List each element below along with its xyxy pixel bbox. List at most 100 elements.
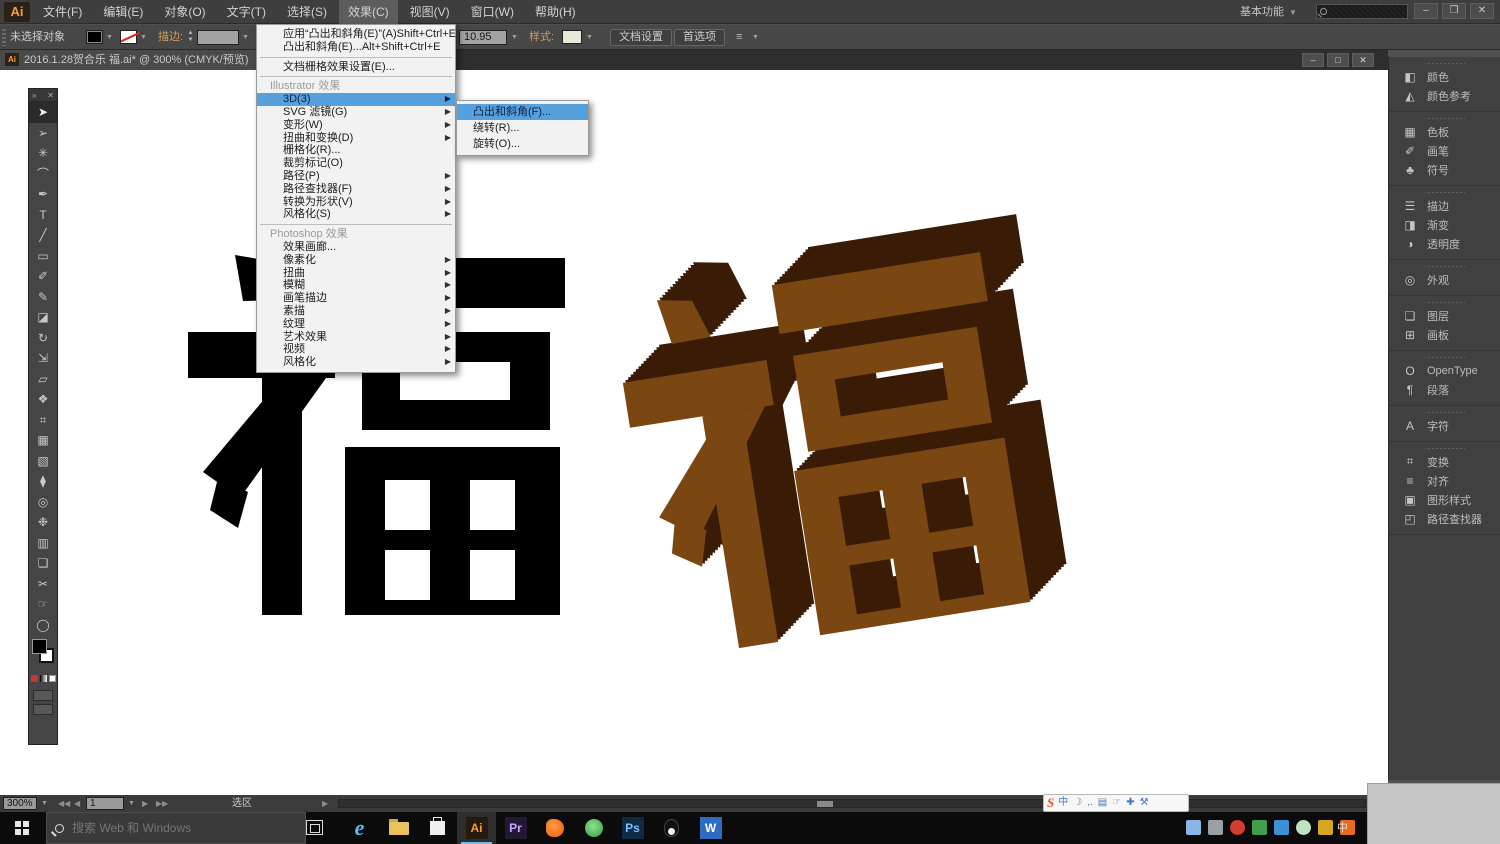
sogou-logo-icon[interactable]: S (1047, 795, 1054, 811)
taskbar-app-photoshop[interactable]: Ps (613, 812, 652, 844)
taskbar-app-green-app[interactable] (574, 812, 613, 844)
menubar-item-6[interactable]: 效果(C) (339, 0, 398, 24)
panel-options-dropdown-icon[interactable]: ▼ (752, 25, 759, 50)
menu-item-22[interactable]: 模糊▶ (257, 279, 455, 292)
color-button[interactable] (31, 675, 38, 682)
tools-panel-header[interactable]: » ✕ (29, 89, 57, 102)
tool-free-transform[interactable]: ▱ (29, 369, 57, 390)
tool-shape-builder[interactable]: ❖ (29, 389, 57, 410)
panel-group-grip[interactable] (1425, 188, 1465, 196)
panel-button-transparency[interactable]: ◑透明度 (1389, 234, 1500, 253)
menu-item-21[interactable]: 扭曲▶ (257, 267, 455, 280)
punctuation-icon[interactable]: ,. (1087, 795, 1093, 811)
tool-artboard[interactable]: ❏ (29, 553, 57, 574)
stroke-weight-field[interactable] (197, 30, 239, 45)
panel-button-brushes[interactable]: ✐画笔 (1389, 141, 1500, 160)
submenu-item-2[interactable]: 绕转(R)... (457, 120, 588, 136)
panel-button-symbols[interactable]: ♣符号 (1389, 160, 1500, 179)
skin-icon[interactable]: ✚ (1126, 795, 1134, 811)
task-view-button[interactable] (306, 820, 323, 835)
zoom-level-box[interactable]: 300% (3, 797, 37, 810)
taskbar-app-store[interactable] (418, 812, 457, 844)
collapse-panel-icon[interactable]: » (32, 89, 36, 101)
tool-lasso[interactable]: ⌒ (29, 164, 57, 185)
stroke-weight-label[interactable]: 描边: (158, 25, 183, 50)
fill-dropdown-icon[interactable]: ▼ (106, 25, 113, 50)
window-close-button[interactable]: ✕ (1470, 3, 1494, 19)
document-setup-button[interactable]: 文档设置 (610, 29, 672, 46)
menu-item-23[interactable]: 画笔描边▶ (257, 292, 455, 305)
taskbar-app-edge[interactable]: e (340, 812, 379, 844)
panel-group-grip[interactable] (1425, 262, 1465, 270)
tool-pencil[interactable]: ✎ (29, 287, 57, 308)
menu-item-9[interactable]: 变形(W)▶ (257, 119, 455, 132)
tool-selection[interactable]: ➤ (29, 102, 57, 123)
handwriting-icon[interactable]: ☞ (1112, 795, 1121, 811)
tool-gradient[interactable]: ▧ (29, 451, 57, 472)
panel-button-appearance[interactable]: ◎外观 (1389, 270, 1500, 289)
doc-close-button[interactable]: ✕ (1352, 53, 1374, 67)
menu-item-20[interactable]: 像素化▶ (257, 254, 455, 267)
taskbar-app-iqiyi[interactable] (535, 812, 574, 844)
tool-line-segment[interactable]: ╱ (29, 225, 57, 246)
menubar-item-7[interactable]: 视图(V) (401, 0, 459, 24)
menu-item-13[interactable]: 路径(P)▶ (257, 170, 455, 183)
menu-item-8[interactable]: SVG 滤镜(G)▶ (257, 106, 455, 119)
first-artboard-button[interactable]: ◀◀ (58, 795, 70, 812)
panel-options-icon[interactable]: ≡ (736, 25, 742, 50)
tray-icon-7[interactable] (1318, 820, 1333, 835)
last-artboard-button[interactable]: ▶▶ (156, 795, 168, 812)
panel-button-opentype[interactable]: OOpenType (1389, 361, 1500, 380)
tool-pen[interactable]: ✒ (29, 184, 57, 205)
menu-item-28[interactable]: 风格化▶ (257, 356, 455, 369)
menu-item-24[interactable]: 素描▶ (257, 305, 455, 318)
tool-eraser[interactable]: ◪ (29, 307, 57, 328)
tool-magic-wand[interactable]: ✳ (29, 143, 57, 164)
taskbar-search-box[interactable] (46, 812, 306, 844)
menu-item-2[interactable]: 凸出和斜角(E)...Alt+Shift+Ctrl+E (257, 41, 455, 54)
tool-paintbrush[interactable]: ✐ (29, 266, 57, 287)
horizontal-scrollbar-thumb[interactable] (817, 801, 833, 807)
tool-slice[interactable]: ✂ (29, 574, 57, 595)
tool-symbol-sprayer[interactable]: ❉ (29, 512, 57, 533)
panel-group-grip[interactable] (1425, 408, 1465, 416)
artboard-number-box[interactable]: 1 (86, 797, 124, 810)
panel-button-transform[interactable]: ⌗变换 (1389, 452, 1500, 471)
tray-icon-6[interactable] (1296, 820, 1311, 835)
doc-maximize-button[interactable]: □ (1327, 53, 1349, 67)
panel-button-align[interactable]: ≡对齐 (1389, 471, 1500, 490)
menu-item-15[interactable]: 转换为形状(V)▶ (257, 196, 455, 209)
tray-icon-4[interactable] (1252, 820, 1267, 835)
panel-group-grip[interactable] (1425, 59, 1465, 67)
soft-keyboard-icon[interactable]: ▤ (1098, 795, 1107, 811)
submenu-item-1[interactable]: 凸出和斜角(F)... (457, 104, 588, 120)
close-panel-icon[interactable]: ✕ (47, 89, 54, 101)
none-button[interactable] (49, 675, 56, 682)
taskbar-app-file-explorer[interactable] (379, 812, 418, 844)
menu-item-27[interactable]: 视频▶ (257, 343, 455, 356)
ime-indicator[interactable]: 中 (1337, 820, 1348, 836)
menu-item-11[interactable]: 栅格化(R)... (257, 144, 455, 157)
taskbar-app-illustrator[interactable]: Ai (457, 812, 496, 844)
panel-button-artboards[interactable]: ⊞画板 (1389, 325, 1500, 344)
menu-item-16[interactable]: 风格化(S)▶ (257, 208, 455, 221)
panel-button-color[interactable]: ◧颜色 (1389, 67, 1500, 86)
window-minimize-button[interactable]: – (1414, 3, 1438, 19)
zoom-dropdown-icon[interactable]: ▼ (41, 795, 48, 812)
menu-item-4[interactable]: 文档栅格效果设置(E)... (257, 61, 455, 74)
start-button[interactable] (0, 812, 46, 844)
menu-item-12[interactable]: 裁剪标记(O) (257, 157, 455, 170)
app-search-field[interactable] (1316, 4, 1408, 19)
tool-perspective-grid[interactable]: ⌗ (29, 410, 57, 431)
horizontal-scrollbar[interactable] (338, 799, 1366, 808)
control-bar-grip[interactable] (2, 29, 6, 46)
fill-color-swatch[interactable] (86, 30, 103, 44)
style-swatch[interactable] (562, 30, 582, 44)
fullwidth-moon-icon[interactable]: ☽ (1073, 795, 1082, 811)
scroll-left-arrow[interactable]: ▶ (322, 795, 328, 812)
panel-button-pathfinder[interactable]: ◰路径查找器 (1389, 509, 1500, 528)
fill-swatch[interactable] (32, 639, 47, 654)
panel-group-grip[interactable] (1425, 444, 1465, 452)
tray-icon-1[interactable] (1186, 820, 1201, 835)
tool-hand[interactable]: ☞ (29, 594, 57, 615)
